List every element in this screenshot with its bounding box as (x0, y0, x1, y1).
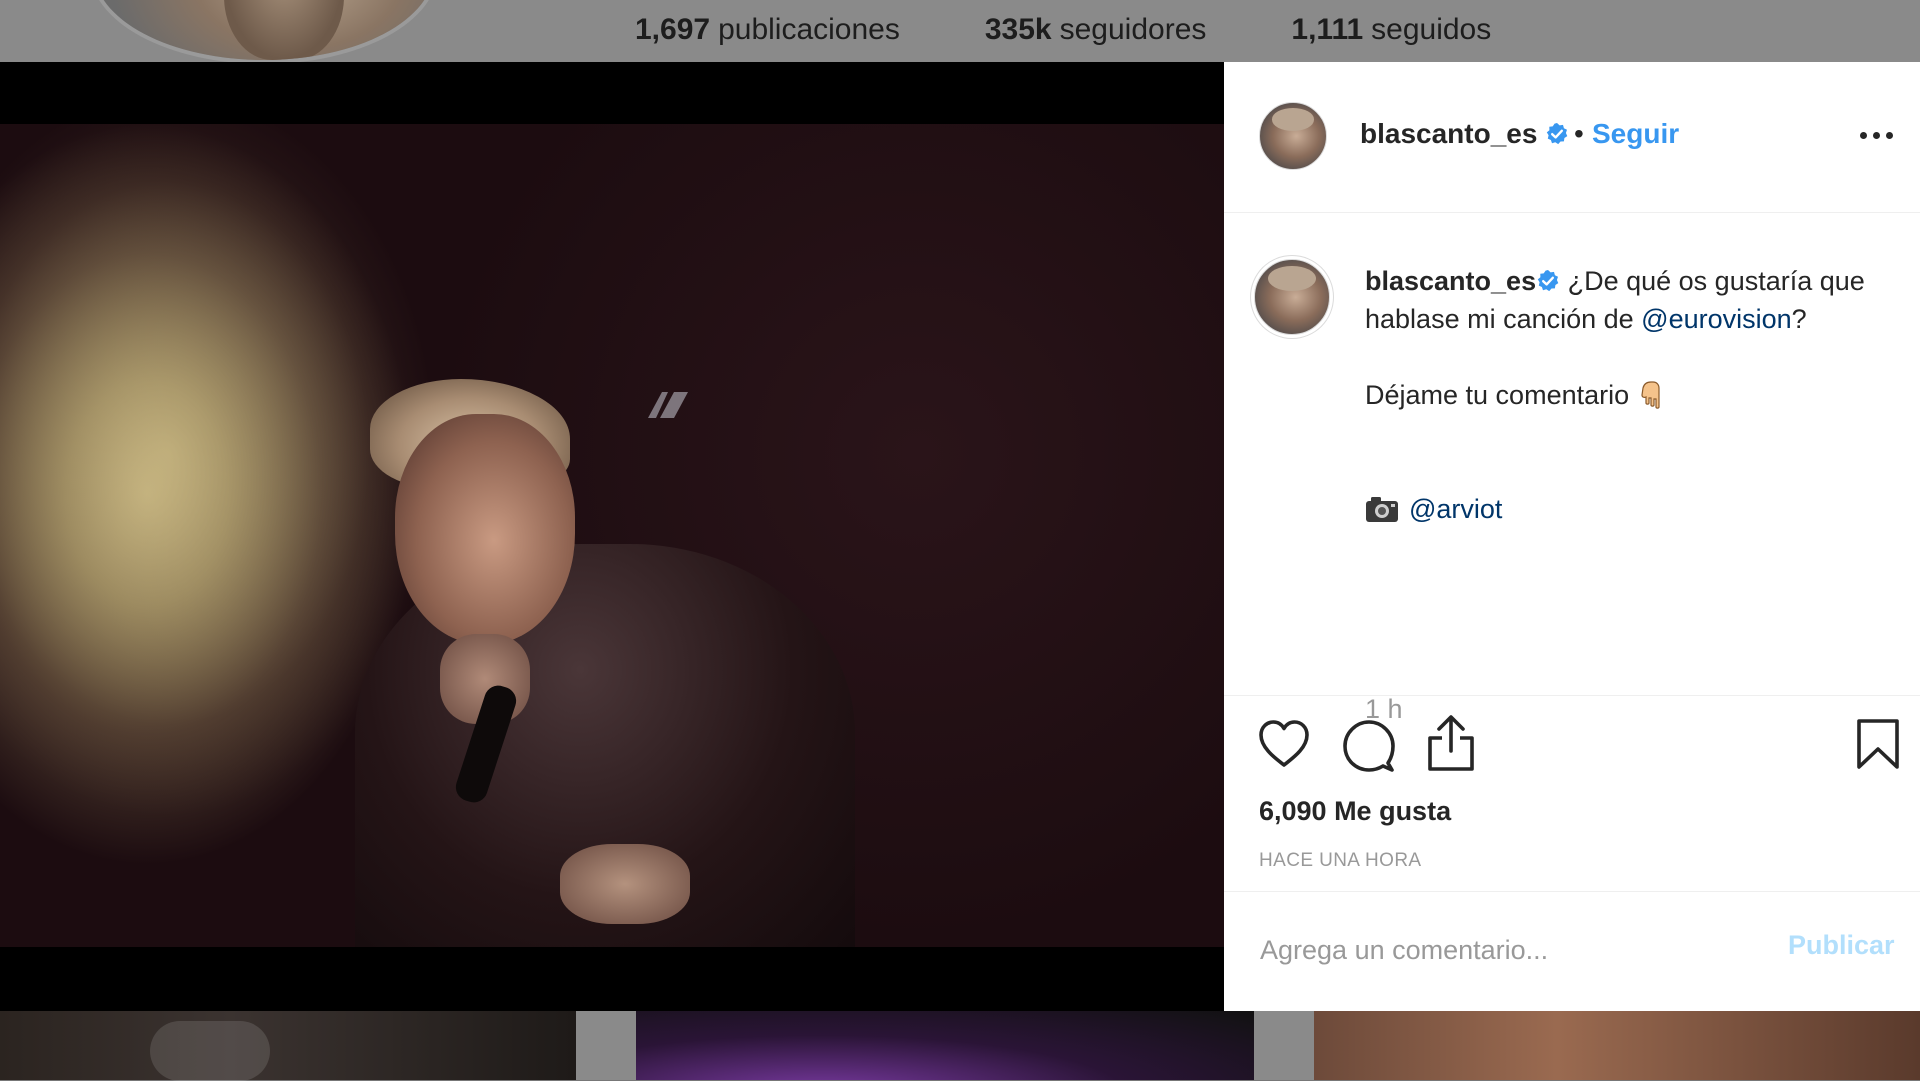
caption-line-3: @arviot (1365, 490, 1885, 528)
heart-icon[interactable] (1258, 719, 1310, 769)
stat-following-label: seguidos (1371, 13, 1492, 46)
post-header: blascanto_es • Seguir (1224, 62, 1920, 213)
profile-avatar[interactable] (94, 0, 434, 60)
grid-post-thumbnail[interactable] (636, 1011, 1254, 1080)
caption-line-1-end: ? (1791, 304, 1807, 334)
author-avatar[interactable] (1259, 102, 1327, 170)
photographer-watermark-icon (648, 392, 688, 418)
comment-icon[interactable] (1342, 719, 1396, 773)
avatar-hair (1271, 108, 1315, 131)
publish-button[interactable]: Publicar (1788, 930, 1895, 961)
caption-avatar[interactable] (1254, 259, 1330, 335)
caption-text: blascanto_es ¿De qué os gustaría que hab… (1365, 262, 1885, 338)
camera-emoji (1366, 497, 1398, 522)
caption-line-2-text: Déjame tu comentario (1365, 380, 1637, 410)
stat-following-value: 1,111 (1291, 13, 1364, 46)
post-photo[interactable] (0, 124, 1224, 947)
stat-followers-label: seguidores (1059, 13, 1207, 46)
post-actions: 6,090 Me gusta HACE UNA HORA (1224, 695, 1920, 891)
stat-posts: 1,697 publicaciones (635, 13, 900, 47)
comment-input[interactable] (1258, 928, 1782, 972)
caption-username[interactable]: blascanto_es (1365, 266, 1536, 296)
profile-stats: 1,697 publicaciones 335k seguidores 1,111 s… (635, 8, 1491, 52)
stat-following[interactable]: 1,111 seguidos (1291, 13, 1491, 47)
verified-badge-icon (1547, 123, 1568, 145)
singer-hand (560, 844, 690, 924)
bookmark-icon[interactable] (1856, 718, 1900, 770)
dot (1860, 131, 1867, 139)
stat-followers-value: 335k (984, 13, 1052, 46)
post-sidebar: blascanto_es • Seguir blascanto_es ¿De q… (1224, 62, 1920, 1011)
verified-badge-icon (1537, 270, 1559, 292)
caption-line-2: Déjame tu comentario (1365, 376, 1885, 414)
follow-button[interactable]: Seguir (1592, 118, 1679, 150)
author-username-text: blascanto_es (1360, 118, 1538, 149)
stat-posts-label: publicaciones (718, 13, 900, 46)
post-modal: blascanto_es • Seguir blascanto_es ¿De q… (0, 62, 1920, 1011)
profile-avatar-photo (224, 0, 344, 60)
avatar-hair (1268, 265, 1316, 292)
comment-bar: Publicar (1224, 891, 1920, 1012)
grid-post-thumbnail[interactable] (0, 1011, 576, 1081)
dot (1886, 131, 1893, 139)
profile-post-grid (0, 1011, 1920, 1081)
thumbnail-detail (150, 1021, 270, 1081)
mention-eurovision[interactable]: @eurovision (1641, 304, 1791, 334)
share-icon[interactable] (1425, 714, 1477, 772)
like-count[interactable]: 6,090 Me gusta (1259, 796, 1451, 827)
stat-followers[interactable]: 335k seguidores (985, 13, 1207, 47)
pointing-down-hand-emoji (1641, 381, 1660, 409)
mention-arviot[interactable]: @arviot (1409, 494, 1502, 524)
header-separator: • (1574, 118, 1584, 149)
author-username[interactable]: blascanto_es (1360, 118, 1569, 150)
post-timestamp[interactable]: HACE UNA HORA (1259, 850, 1422, 872)
post-caption: blascanto_es ¿De qué os gustaría que hab… (1365, 262, 1885, 528)
post-media (0, 62, 1224, 1011)
more-options-icon[interactable] (1860, 128, 1898, 142)
dot (1873, 131, 1880, 139)
stat-posts-value: 1,697 (635, 13, 711, 46)
grid-post-thumbnail[interactable] (1314, 1011, 1920, 1080)
singer-head (395, 414, 575, 644)
